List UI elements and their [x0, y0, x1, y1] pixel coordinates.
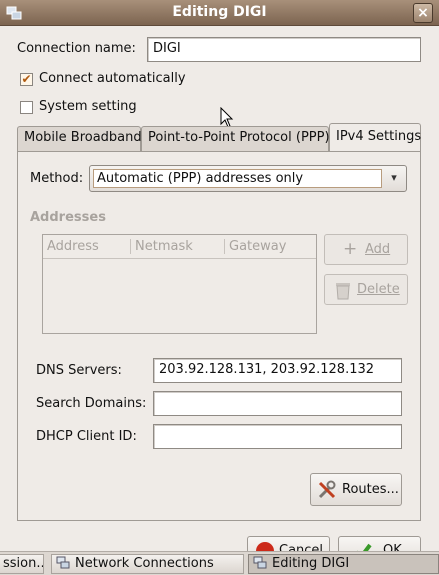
connection-name-label: Connection name: — [17, 41, 136, 56]
delete-button[interactable]: Delete — [324, 274, 408, 305]
tab-mobile-broadband[interactable]: Mobile Broadband — [17, 126, 142, 151]
taskbar: ssion... Network Connections Editing DIG… — [0, 551, 439, 575]
method-value: Automatic (PPP) addresses only — [93, 169, 382, 188]
search-domains-input[interactable] — [153, 391, 402, 416]
dhcp-client-id-label: DHCP Client ID: — [36, 429, 137, 444]
column-netmask: Netmask — [135, 239, 193, 254]
dns-servers-input[interactable]: 203.92.128.131, 203.92.128.132 — [153, 358, 402, 383]
tab-ppp[interactable]: Point-to-Point Protocol (PPP) — [141, 126, 330, 151]
addresses-table-header: Address Netmask Gateway — [43, 235, 316, 259]
addresses-heading: Addresses — [30, 210, 106, 225]
add-button[interactable]: + Add — [324, 234, 408, 265]
routes-button[interactable]: Routes... — [310, 473, 402, 506]
close-button[interactable]: × — [413, 3, 433, 23]
trash-icon — [336, 283, 350, 300]
taskbar-item-network-connections[interactable]: Network Connections — [51, 554, 244, 574]
column-address: Address — [47, 239, 99, 254]
taskbar-item-session[interactable]: ssion... — [0, 554, 44, 574]
addresses-table: Address Netmask Gateway — [42, 234, 317, 334]
search-domains-label: Search Domains: — [36, 396, 147, 411]
method-combobox[interactable]: Automatic (PPP) addresses only ▾ — [89, 165, 407, 192]
connection-name-input[interactable]: DIGI — [147, 37, 421, 62]
column-gateway: Gateway — [229, 239, 287, 254]
system-setting-label[interactable]: System setting — [39, 99, 137, 114]
connect-automatically-checkbox[interactable]: ✔ — [20, 73, 33, 86]
network-icon — [56, 556, 70, 569]
network-icon — [253, 556, 267, 569]
tab-ipv4-settings[interactable]: IPv4 Settings — [329, 123, 421, 152]
title-bar[interactable]: Editing DIGI × — [0, 0, 439, 26]
connect-automatically-label[interactable]: Connect automatically — [39, 71, 186, 86]
dns-servers-label: DNS Servers: — [36, 363, 122, 378]
plus-icon: + — [343, 239, 358, 259]
system-setting-checkbox[interactable] — [20, 101, 33, 114]
taskbar-item-editing-digi[interactable]: Editing DIGI — [248, 554, 439, 574]
window-title: Editing DIGI — [172, 4, 267, 20]
ipv4-settings-panel — [17, 151, 421, 521]
dhcp-client-id-input[interactable] — [153, 424, 402, 449]
method-label: Method: — [30, 171, 84, 186]
tools-icon — [318, 480, 336, 499]
chevron-down-icon: ▾ — [391, 171, 397, 184]
